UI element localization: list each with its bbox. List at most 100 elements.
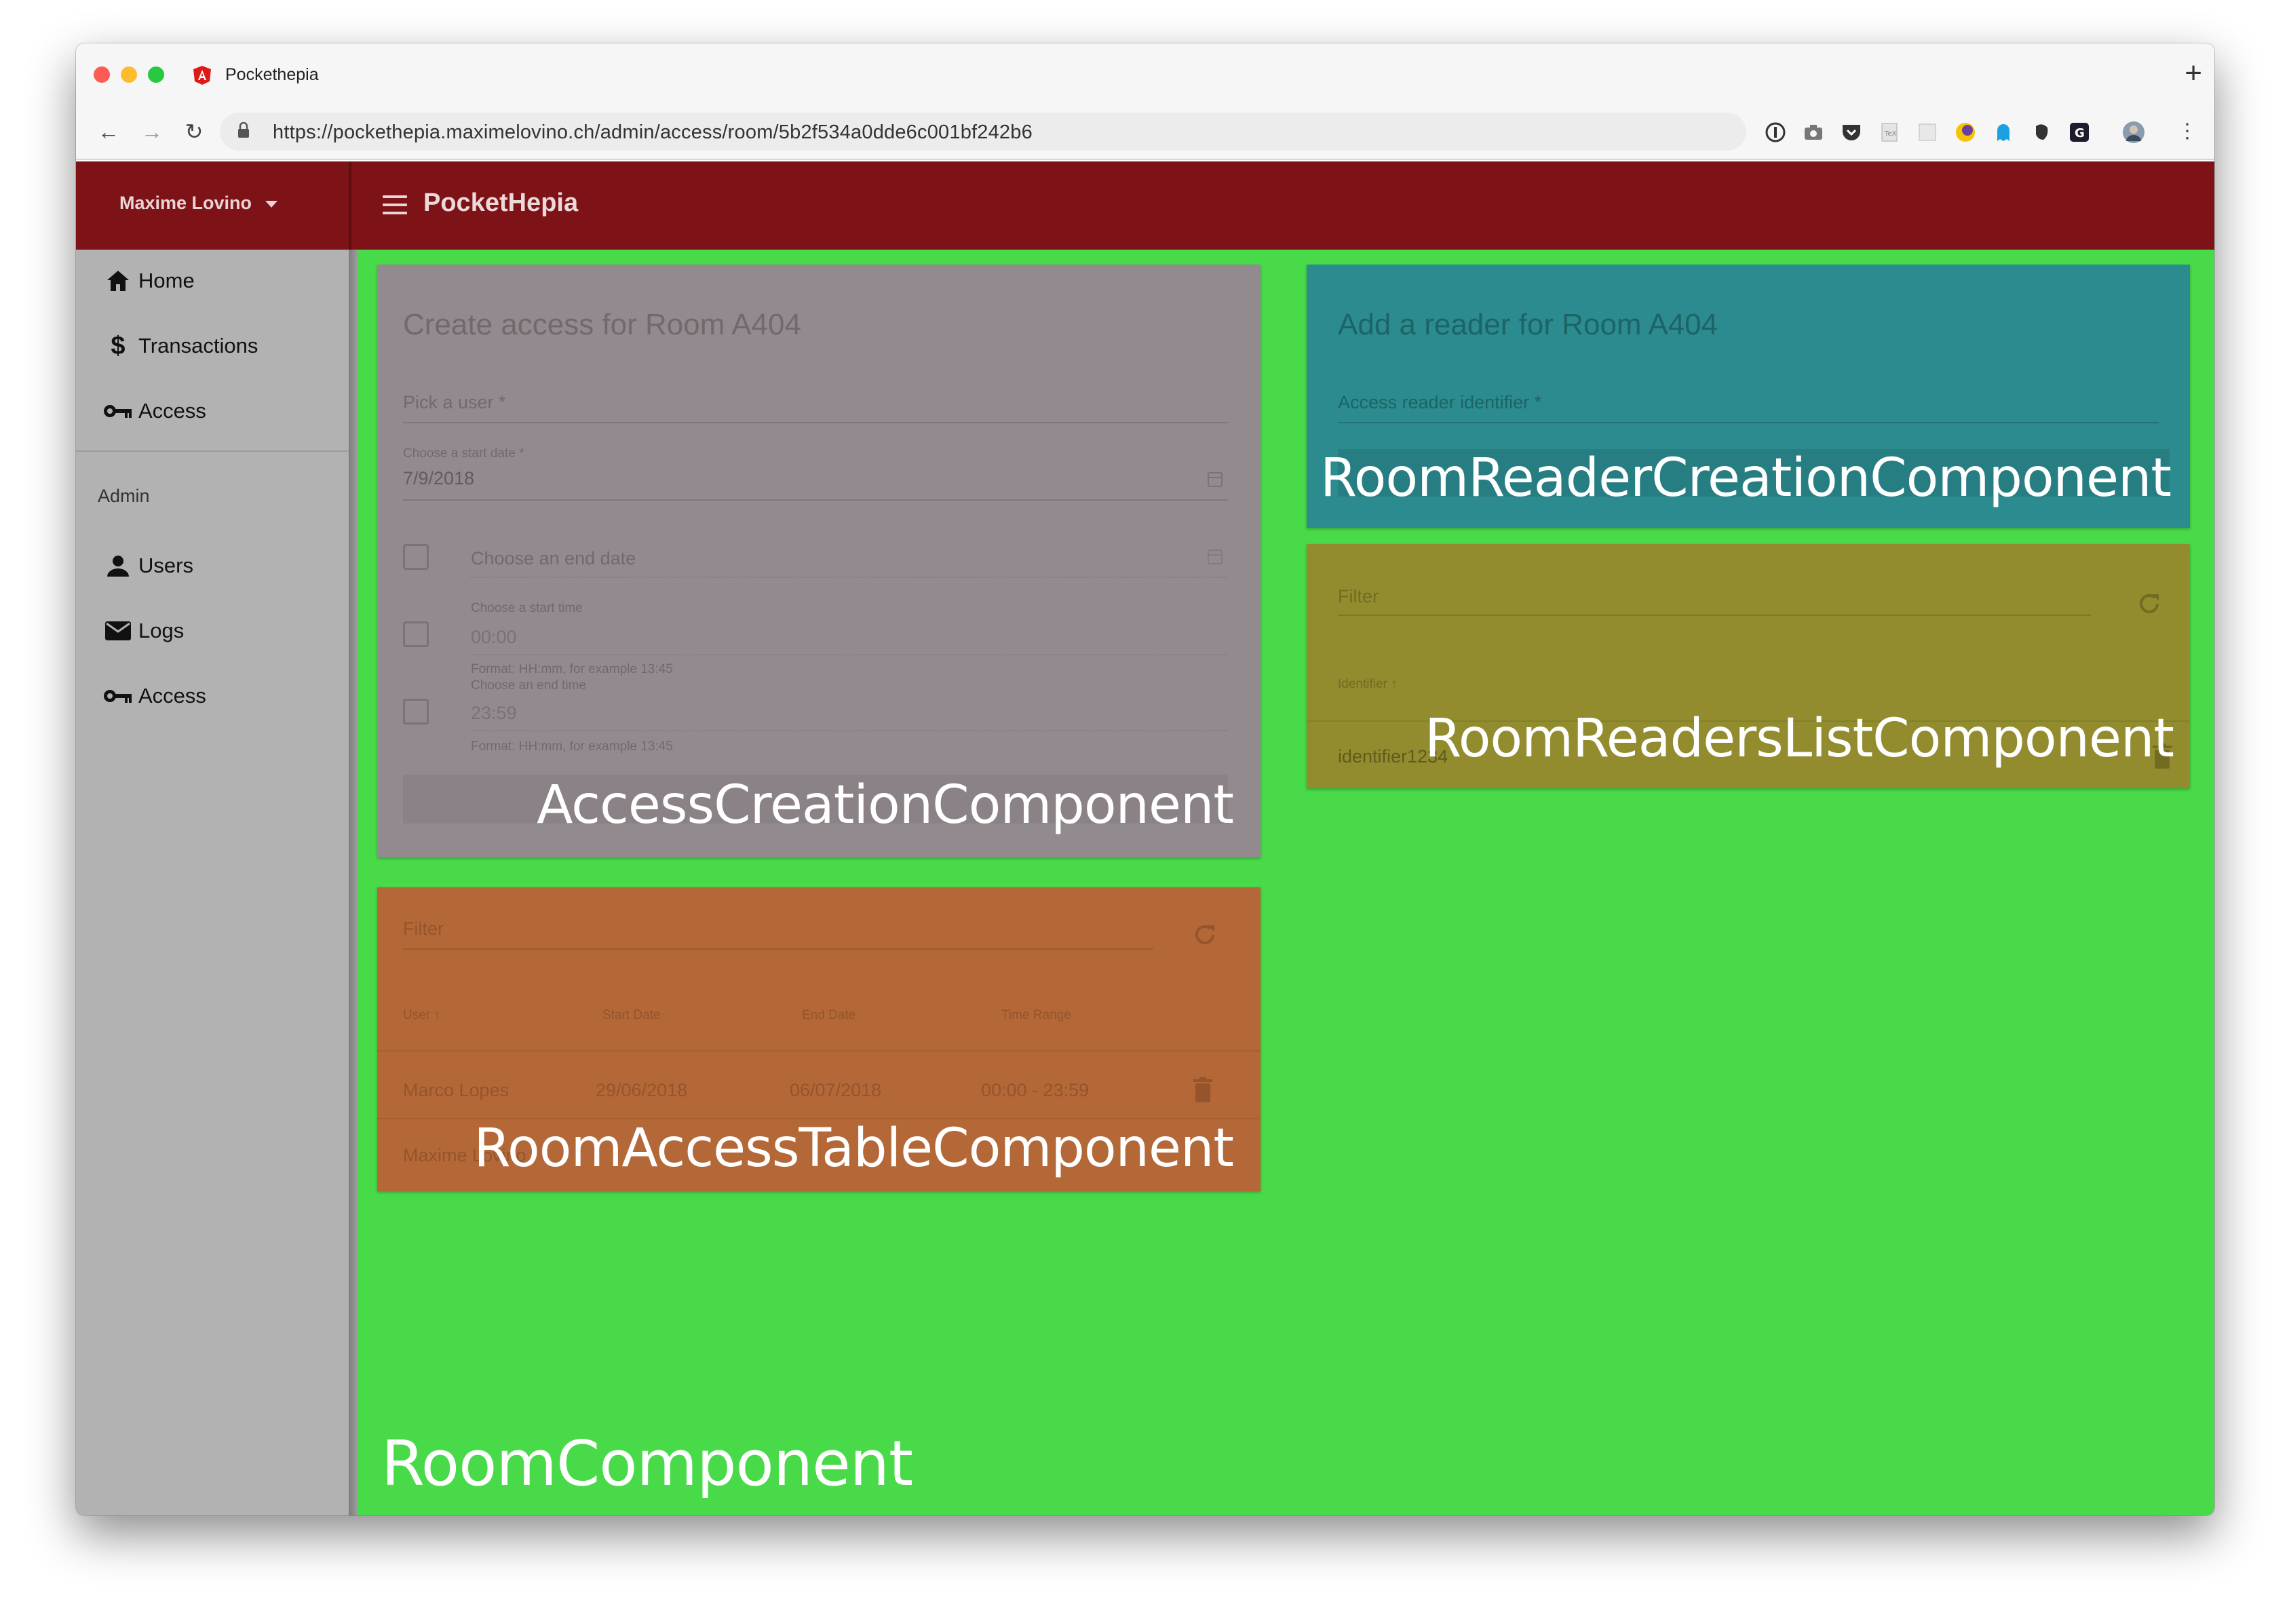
readers-filter-input[interactable]: Filter <box>1338 586 1379 607</box>
grid-extension-icon[interactable] <box>1916 121 1939 144</box>
start-time-label: Choose a start time <box>471 601 583 615</box>
access-creation-title: Create access for Room A404 <box>403 308 801 341</box>
profile-avatar-icon[interactable] <box>2122 121 2145 144</box>
new-tab-button[interactable]: + <box>2185 58 2202 88</box>
browser-menu-button[interactable]: ⋮ <box>2174 118 2201 145</box>
sidebar-item-logs[interactable]: Logs <box>103 611 184 651</box>
column-user[interactable]: User ↑ <box>403 1008 440 1023</box>
dollar-icon: $ <box>111 331 126 360</box>
mail-icon <box>103 619 133 643</box>
address-bar[interactable]: https://pockethepia.maximelovino.ch/admi… <box>220 113 1746 151</box>
minimize-window-button[interactable] <box>121 66 137 83</box>
reader-creation-overlay-label: RoomReaderCreationComponent <box>1320 448 2172 509</box>
sidebar-item-label: Home <box>138 269 195 292</box>
column-start-date[interactable]: Start Date <box>602 1008 661 1023</box>
reload-button[interactable]: ↻ <box>180 118 208 145</box>
close-window-button[interactable] <box>94 66 110 83</box>
user-menu[interactable]: Maxime Lovino <box>119 193 278 214</box>
reader-identifier-underline <box>1338 422 2159 423</box>
cell-end-date: 06/07/2018 <box>790 1080 882 1100</box>
sidebar-item-admin-access[interactable]: Access <box>103 676 206 716</box>
translate-extension-icon[interactable]: TeX <box>1878 121 1901 144</box>
ghost-extension-icon[interactable] <box>1992 121 2015 144</box>
reader-creation-card: Add a reader for Room A404 Access reader… <box>1307 265 2190 528</box>
key-icon <box>103 684 133 708</box>
sidebar-item-access[interactable]: Access <box>103 391 206 431</box>
end-time-hint: Format: HH:mm, for example 13:45 <box>471 739 673 754</box>
room-component: Create access for Room A404 Pick a user … <box>357 250 2214 1515</box>
start-time-checkbox[interactable] <box>403 621 429 647</box>
home-icon <box>103 269 133 293</box>
sidebar-shadow <box>349 250 357 1515</box>
start-time-hint: Format: HH:mm, for example 13:45 <box>471 662 673 676</box>
start-date-label: Choose a start date * <box>403 446 524 461</box>
end-time-input[interactable]: 23:59 <box>471 703 517 724</box>
table-header-divider <box>377 1050 1261 1051</box>
header-divider <box>349 161 351 250</box>
readers-list-card: Filter Identifier ↑ identifier1234 RoomR… <box>1307 544 2190 788</box>
browser-window: Pockethepia + ← → ↻ https://pockethepia.… <box>76 43 2214 1515</box>
cell-start-date: 29/06/2018 <box>596 1080 688 1100</box>
sidebar-item-label: Logs <box>138 619 185 642</box>
menu-toggle-icon[interactable] <box>383 195 407 214</box>
cell-time-range: 00:00 - 23:59 <box>981 1080 1090 1100</box>
app-brand: PocketHepia <box>423 189 579 217</box>
readers-filter-underline <box>1338 615 2091 616</box>
sidebar-item-users[interactable]: Users <box>103 545 193 586</box>
sidebar-item-label: Access <box>138 399 206 423</box>
svg-text:TeX: TeX <box>1884 130 1897 138</box>
start-time-input[interactable]: 00:00 <box>471 627 517 648</box>
lock-icon <box>238 122 249 138</box>
forward-button[interactable]: → <box>138 118 166 145</box>
zoom-window-button[interactable] <box>148 66 164 83</box>
sidebar-item-transactions[interactable]: $ Transactions <box>103 326 258 366</box>
room-access-table-card: Filter User ↑ Start Date End Date Time R… <box>377 887 1261 1191</box>
end-time-checkbox[interactable] <box>403 699 429 724</box>
reader-identifier-input[interactable]: Access reader identifier * <box>1338 392 1541 413</box>
user-name: Maxime Lovino <box>119 193 252 213</box>
camera-extension-icon[interactable] <box>1802 121 1825 144</box>
access-creation-card: Create access for Room A404 Pick a user … <box>377 265 1261 857</box>
end-time-label: Choose an end time <box>471 678 587 693</box>
svg-text:G: G <box>2075 126 2085 140</box>
end-date-input[interactable]: Choose an end date <box>471 548 636 569</box>
sidebar-item-label: Transactions <box>138 334 258 357</box>
angular-favicon-icon <box>193 66 211 85</box>
cell-user: Marco Lopes <box>403 1080 509 1100</box>
reader-creation-title: Add a reader for Room A404 <box>1338 308 1718 341</box>
sidebar: Home $ Transactions Access Admin Users L… <box>76 250 350 1515</box>
back-button[interactable]: ← <box>95 118 122 145</box>
room-component-overlay-label: RoomComponent <box>381 1427 913 1500</box>
delete-icon[interactable] <box>1193 1077 1213 1103</box>
calendar-icon[interactable] <box>1208 549 1223 564</box>
room-access-table-overlay-label: RoomAccessTableComponent <box>474 1118 1234 1179</box>
grammarly-extension-icon[interactable]: G <box>2068 121 2091 144</box>
column-time-range[interactable]: Time Range <box>1001 1008 1071 1023</box>
sidebar-section-admin: Admin <box>98 486 150 506</box>
moon-extension-icon[interactable] <box>1954 121 1977 144</box>
start-time-underline <box>471 654 1228 655</box>
start-date-underline <box>403 499 1228 501</box>
user-picker[interactable]: Pick a user * <box>403 392 506 413</box>
url-text[interactable]: https://pockethepia.maximelovino.ch/admi… <box>273 121 1033 144</box>
refresh-icon[interactable] <box>1191 921 1218 948</box>
key-icon <box>103 399 133 423</box>
app-root: Maxime Lovino PocketHepia Home $ Transac… <box>76 161 2214 1515</box>
start-date-input[interactable]: 7/9/2018 <box>403 468 474 489</box>
tab-title[interactable]: Pockethepia <box>225 65 319 85</box>
access-filter-input[interactable]: Filter <box>403 919 444 940</box>
pocket-extension-icon[interactable] <box>1840 121 1863 144</box>
onepassword-extension-icon[interactable] <box>1764 121 1787 144</box>
dropdown-caret-icon <box>265 200 278 208</box>
column-end-date[interactable]: End Date <box>802 1008 855 1023</box>
calendar-icon[interactable] <box>1208 472 1223 487</box>
column-identifier[interactable]: Identifier ↑ <box>1338 677 1398 692</box>
evernote-extension-icon[interactable] <box>2030 121 2053 144</box>
sidebar-divider <box>76 450 350 452</box>
sidebar-item-label: Access <box>138 684 206 708</box>
sidebar-item-home[interactable]: Home <box>103 260 195 301</box>
end-date-underline <box>471 577 1228 578</box>
person-icon <box>103 554 133 578</box>
end-date-checkbox[interactable] <box>403 544 429 570</box>
refresh-icon[interactable] <box>2136 590 2163 617</box>
